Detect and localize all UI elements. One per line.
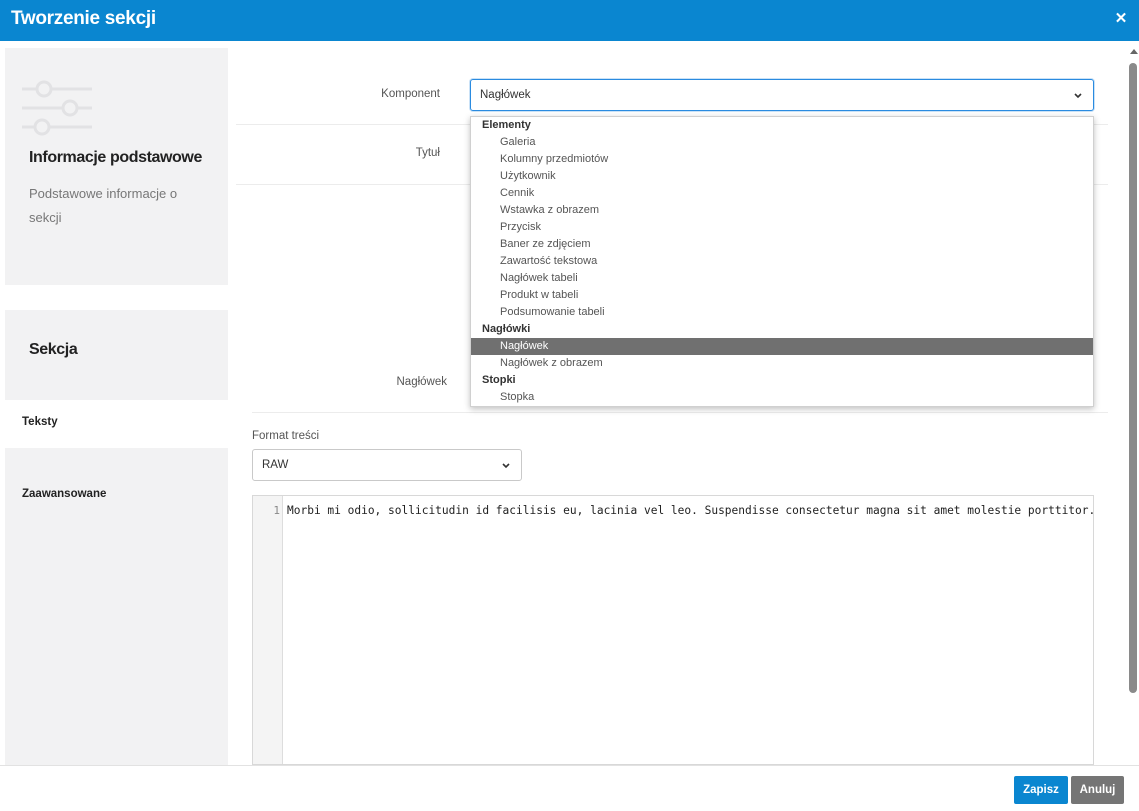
dropdown-group: Stopki bbox=[482, 374, 516, 386]
dialog-body[interactable]: Informacje podstawowe Podstawowe informa… bbox=[0, 41, 1139, 765]
format-label: Format treści bbox=[252, 430, 320, 442]
section-panel-fill bbox=[5, 520, 228, 765]
sliders-icon bbox=[22, 80, 92, 136]
cancel-button[interactable]: Anuluj bbox=[1071, 776, 1124, 804]
chevron-down-icon bbox=[502, 463, 510, 469]
heading-label: Nagłówek bbox=[396, 376, 448, 388]
dialog-title: Tworzenie sekcji bbox=[11, 8, 156, 29]
dropdown-option[interactable]: Produkt w tabeli bbox=[471, 287, 1093, 304]
close-icon[interactable]: ✕ bbox=[1113, 11, 1129, 27]
format-select[interactable]: RAW bbox=[252, 449, 522, 481]
component-label: Komponent bbox=[381, 88, 440, 100]
title-label: Tytuł bbox=[415, 147, 440, 159]
basic-info-panel: Informacje podstawowe Podstawowe informa… bbox=[5, 48, 228, 285]
editor-gutter: 1 bbox=[253, 496, 283, 764]
tab-teksty[interactable]: Teksty bbox=[5, 400, 228, 448]
dropdown-option[interactable]: Zawartość tekstowa bbox=[471, 253, 1093, 270]
chevron-down-icon bbox=[1074, 93, 1082, 99]
section-heading: Sekcja bbox=[29, 341, 78, 358]
tab-zaawansowane[interactable]: Zaawansowane bbox=[5, 472, 228, 520]
dropdown-option[interactable]: Kolumny przedmiotów bbox=[471, 151, 1093, 168]
code-editor[interactable]: 1 Morbi mi odio, sollicitudin id facilis… bbox=[252, 495, 1095, 765]
dropdown-option[interactable]: Przycisk bbox=[471, 219, 1093, 236]
dropdown-option[interactable]: Wstawka z obrazem bbox=[471, 202, 1093, 219]
component-select[interactable]: Nagłówek bbox=[470, 79, 1094, 111]
dropdown-option[interactable]: Stopka bbox=[471, 389, 1093, 406]
dropdown-option-selected[interactable]: Nagłówek bbox=[471, 338, 1093, 355]
basic-info-heading: Informacje podstawowe bbox=[29, 149, 202, 166]
line-number: 1 bbox=[273, 504, 280, 517]
tab-label: Zaawansowane bbox=[22, 488, 107, 500]
format-select-value: RAW bbox=[262, 459, 289, 471]
dropdown-option[interactable]: Nagłówek tabeli bbox=[471, 270, 1093, 287]
scrollbar-thumb[interactable] bbox=[1129, 63, 1137, 693]
dropdown-option[interactable]: Galeria bbox=[471, 134, 1093, 151]
scroll-up-icon[interactable] bbox=[1130, 49, 1138, 54]
dropdown-group: Nagłówki bbox=[482, 323, 531, 335]
dropdown-group: Elementy bbox=[482, 119, 531, 131]
dropdown-option[interactable]: Użytkownik bbox=[471, 168, 1093, 185]
section-panel-spacer bbox=[5, 448, 228, 472]
save-button[interactable]: Zapisz bbox=[1014, 776, 1068, 804]
component-dropdown-list: Elementy Galeria Kolumny przedmiotów Uży… bbox=[470, 116, 1094, 407]
component-select-value: Nagłówek bbox=[480, 89, 531, 101]
editor-content[interactable]: Morbi mi odio, sollicitudin id facilisis… bbox=[287, 504, 1095, 517]
basic-info-description: Podstawowe informacje o sekcji bbox=[29, 186, 178, 225]
tab-label: Teksty bbox=[22, 416, 58, 428]
divider bbox=[252, 412, 1108, 413]
dropdown-option[interactable]: Nagłówek z obrazem bbox=[471, 355, 1093, 372]
dropdown-option[interactable]: Podsumowanie tabeli bbox=[471, 304, 1093, 321]
dropdown-option[interactable]: Cennik bbox=[471, 185, 1093, 202]
dialog-titlebar: Tworzenie sekcji ✕ bbox=[0, 0, 1139, 41]
dropdown-option[interactable]: Baner ze zdjęciem bbox=[471, 236, 1093, 253]
section-panel: Sekcja bbox=[5, 310, 228, 400]
dialog-footer: Zapisz Anuluj bbox=[0, 765, 1139, 811]
vertical-scrollbar[interactable] bbox=[1127, 41, 1139, 765]
